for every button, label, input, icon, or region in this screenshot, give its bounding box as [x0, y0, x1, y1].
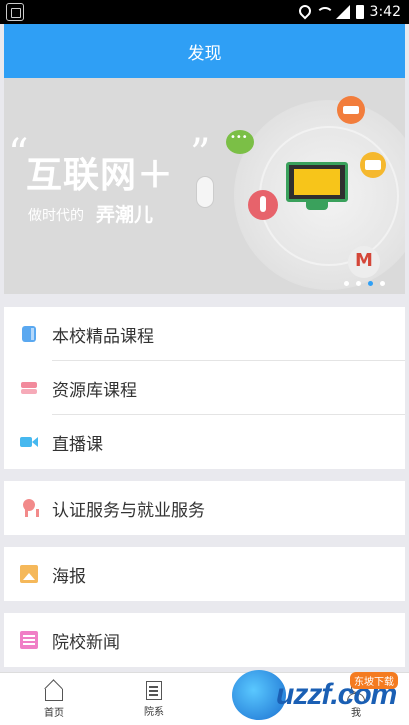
menu-group-courses: 本校精品课程 资源库课程 直播课 — [4, 307, 405, 469]
book-icon — [22, 326, 36, 342]
pager-dot[interactable] — [344, 281, 349, 286]
phone-screen: 3:42 发现 “ 互联网＋ ” 做时代的 弄潮儿 本校精品课程 — [0, 0, 409, 725]
tab-label: 首页 — [44, 707, 64, 719]
page-title: 发现 — [187, 43, 222, 64]
status-time: 3:42 — [369, 4, 401, 20]
school-icon — [146, 681, 162, 700]
touch-icon — [248, 190, 278, 220]
promo-banner[interactable]: “ 互联网＋ ” 做时代的 弄潮儿 — [4, 78, 405, 294]
menu-item-school-news[interactable]: 院校新闻 — [4, 613, 405, 667]
menu-group-posters: 海报 — [4, 547, 405, 601]
menu-item-live-courses[interactable]: 直播课 — [4, 415, 405, 469]
monitor-illustration — [286, 162, 348, 202]
menu-group-services: 认证服务与就业服务 — [4, 481, 405, 535]
screenshot-icon — [6, 3, 24, 21]
menu-item-quality-courses[interactable]: 本校精品课程 — [4, 307, 405, 361]
tab-departments[interactable]: 院系 — [114, 673, 194, 725]
banner-title: 互联网＋ — [26, 155, 175, 196]
tab-home[interactable]: 首页 — [14, 673, 94, 725]
tab-label: 院系 — [144, 707, 164, 718]
banner-quote-close: ” — [190, 131, 211, 177]
tablet-bubble-icon — [337, 96, 365, 124]
banner-pager — [344, 281, 385, 286]
menu-item-label: 认证服务与就业服务 — [52, 500, 205, 521]
wifi-icon — [315, 5, 334, 19]
banner-subtitle-small: 做时代的 — [28, 208, 84, 224]
monitor-stand — [306, 202, 328, 210]
menu-item-label: 资源库课程 — [52, 380, 137, 401]
pager-dot-active[interactable] — [368, 281, 373, 286]
menu-item-certification-services[interactable]: 认证服务与就业服务 — [4, 481, 405, 535]
menu-item-label: 海报 — [52, 566, 86, 587]
status-bar: 3:42 — [0, 0, 409, 24]
video-icon — [20, 433, 38, 451]
menu-item-posters[interactable]: 海报 — [4, 547, 405, 601]
pager-dot[interactable] — [380, 281, 385, 286]
status-icons: 3:42 — [296, 0, 401, 24]
location-icon — [296, 5, 310, 19]
signal-icon — [335, 5, 350, 19]
home-icon — [43, 681, 65, 701]
menu-item-label: 直播课 — [52, 434, 103, 455]
watermark-tag: 东坡下载 — [350, 672, 398, 689]
credit-card-icon — [360, 152, 386, 178]
menu-item-label: 院校新闻 — [52, 632, 120, 653]
pager-dot[interactable] — [356, 281, 361, 286]
mail-icon — [348, 246, 380, 278]
news-icon — [20, 631, 38, 649]
menu-item-resource-courses[interactable]: 资源库课程 — [4, 361, 405, 415]
site-watermark: uzzf.com 东坡下载 — [232, 664, 408, 722]
layers-icon — [20, 379, 38, 397]
banner-subtitle-big: 弄潮儿 — [96, 204, 154, 226]
title-bar: 发现 — [4, 24, 405, 78]
award-icon — [20, 499, 39, 517]
menu-group-news: 院校新闻 — [4, 613, 405, 667]
battery-icon — [355, 5, 364, 19]
menu-item-label: 本校精品课程 — [52, 326, 154, 347]
mouse-illustration — [196, 176, 214, 208]
chat-bubble-icon — [226, 130, 254, 154]
image-icon — [20, 565, 38, 583]
